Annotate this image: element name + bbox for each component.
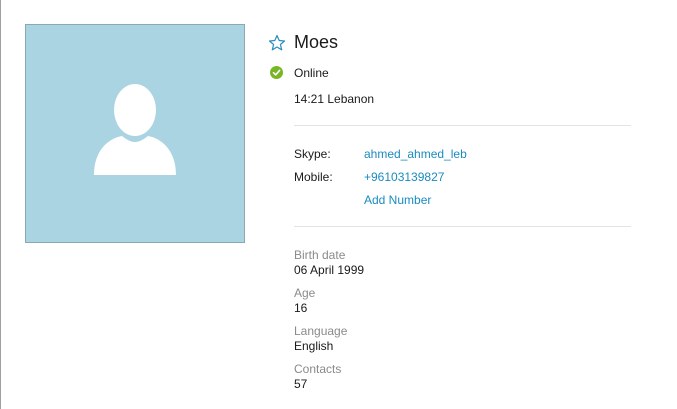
local-time: 14:21 Lebanon — [294, 92, 375, 106]
language-value: English — [294, 339, 334, 353]
age-label: Age — [294, 286, 316, 300]
divider — [294, 226, 631, 227]
default-avatar-icon — [94, 84, 176, 175]
birth-date-label: Birth date — [294, 248, 346, 262]
contact-name: Moes — [294, 32, 339, 52]
age-value: 16 — [294, 301, 308, 315]
divider — [294, 125, 631, 126]
contact-profile-panel: Moes Online 14:21 Lebanon Skype: ahmed_a… — [0, 0, 677, 409]
contacts-label: Contacts — [294, 362, 342, 376]
language-label: Language — [294, 324, 348, 338]
status-text: Online — [294, 66, 329, 80]
skype-label: Skype: — [294, 147, 331, 161]
birth-date-value: 06 April 1999 — [294, 263, 365, 277]
online-status-icon — [270, 66, 283, 79]
contacts-value: 57 — [294, 377, 308, 391]
avatar — [25, 24, 245, 243]
mobile-number-link[interactable]: +96103139827 — [364, 170, 444, 184]
skype-id-link[interactable]: ahmed_ahmed_leb — [364, 147, 467, 161]
favorite-star-icon[interactable] — [268, 34, 286, 52]
add-number-link[interactable]: Add Number — [364, 193, 431, 207]
mobile-label: Mobile: — [294, 170, 333, 184]
